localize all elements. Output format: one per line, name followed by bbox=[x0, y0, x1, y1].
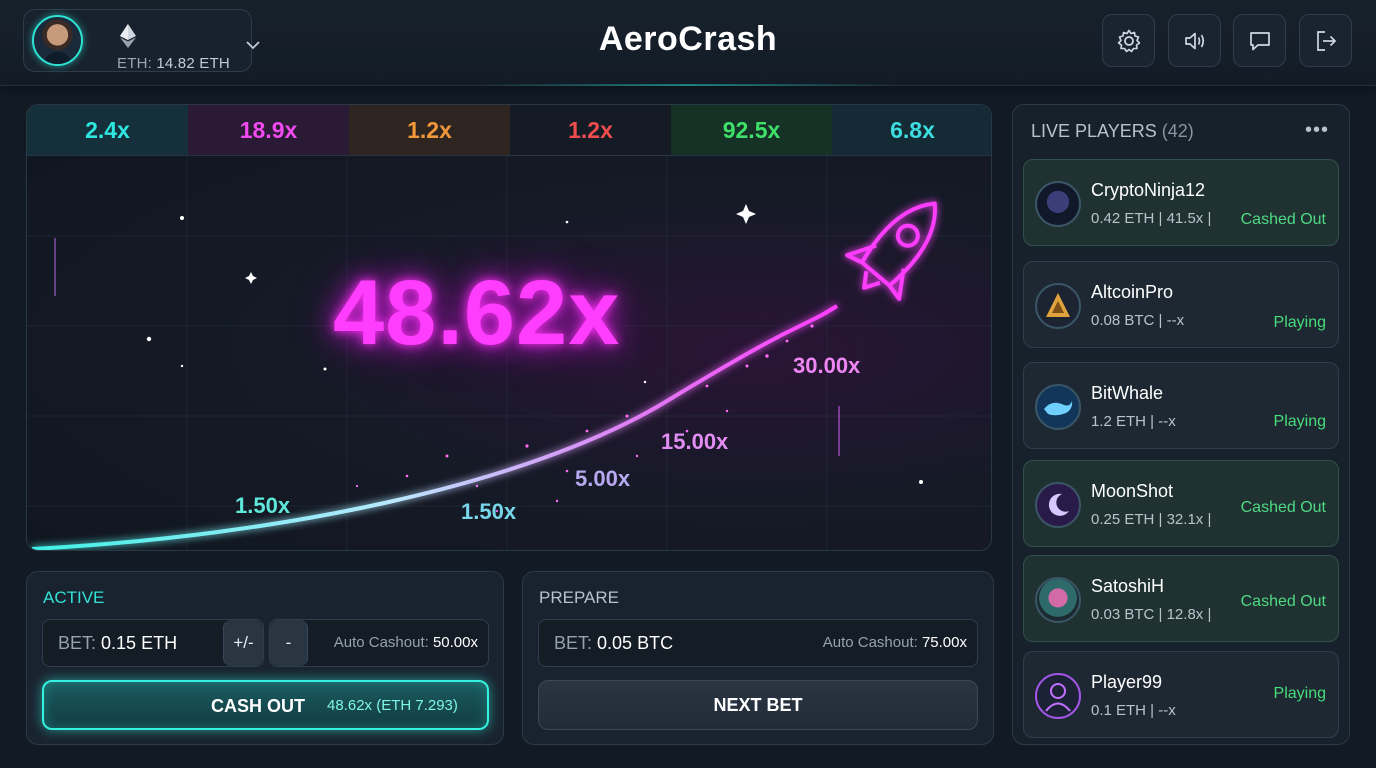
live-players-panel: LIVE PLAYERS (42) ••• CryptoNinja12 0.42… bbox=[1012, 104, 1350, 745]
current-multiplier: 48.62x bbox=[333, 262, 621, 364]
auto-cashout-label: Auto Cashout: bbox=[333, 634, 429, 651]
prepare-bet-card: PREPARE BET: 0.05 BTC Auto Cashout: 75.0… bbox=[522, 571, 994, 745]
history-value: 2.4x bbox=[85, 116, 130, 143]
player-row[interactable]: MoonShot 0.25 ETH | 32.1x | Cashed Out bbox=[1023, 460, 1339, 547]
auto-cashout-value: 50.00x bbox=[432, 634, 478, 651]
history-value: 92.5x bbox=[722, 116, 781, 143]
bet-value: 0.15 ETH bbox=[101, 633, 178, 653]
player-info: 0.03 BTC | 12.8x | bbox=[1091, 606, 1212, 623]
player-info: 0.1 ETH | --x bbox=[1091, 702, 1176, 719]
player-avatar bbox=[1035, 384, 1081, 430]
player-name: MoonShot bbox=[1091, 481, 1174, 501]
player-avatar bbox=[1035, 577, 1081, 623]
gear-icon bbox=[1117, 29, 1140, 52]
auto-cashout-field[interactable]: - Auto Cashout: 50.00x bbox=[269, 619, 489, 667]
player-row[interactable]: Player99 0.1 ETH | --x Playing bbox=[1023, 651, 1339, 738]
player-status: Playing bbox=[1273, 314, 1326, 331]
game-panel: 2.4x 18.9x 1.2x 1.2x 92.5x 6.8x 1.50x 1.… bbox=[26, 104, 992, 551]
plus-minus-button[interactable]: +/- bbox=[223, 620, 263, 666]
history-item[interactable]: 2.4x bbox=[27, 105, 188, 155]
speaker-icon bbox=[1184, 32, 1204, 49]
player-status: Cashed Out bbox=[1240, 211, 1326, 228]
bet-amount-text: BET: 0.15 ETH bbox=[58, 633, 177, 654]
players-title: LIVE PLAYERS bbox=[1031, 121, 1157, 141]
player-info: 0.08 BTC | --x bbox=[1091, 312, 1185, 329]
curve-label: 15.00x bbox=[661, 429, 729, 454]
next-bet-amount-text: BET: 0.05 BTC bbox=[554, 633, 673, 654]
player-row[interactable]: BitWhale 1.2 ETH | --x Playing bbox=[1023, 362, 1339, 449]
next-bet-label: BET: bbox=[554, 633, 593, 653]
player-name: AltcoinPro bbox=[1091, 282, 1174, 302]
player-name: BitWhale bbox=[1091, 383, 1164, 403]
settings-button[interactable] bbox=[1102, 14, 1155, 67]
player-avatar bbox=[1035, 482, 1081, 528]
whale-icon bbox=[1044, 401, 1073, 416]
minus-button[interactable]: - bbox=[270, 620, 308, 666]
player-info: 0.25 ETH | 32.1x | bbox=[1091, 511, 1212, 528]
player-avatar bbox=[1035, 181, 1081, 227]
player-status: Cashed Out bbox=[1240, 593, 1326, 610]
prepare-title: PREPARE bbox=[539, 588, 619, 607]
history-item[interactable]: 6.8x bbox=[832, 105, 991, 155]
more-options-icon[interactable]: ••• bbox=[1305, 119, 1329, 142]
player-row[interactable]: AltcoinPro 0.08 BTC | --x Playing bbox=[1023, 261, 1339, 348]
players-count: (42) bbox=[1161, 121, 1194, 141]
player-name: CryptoNinja12 bbox=[1091, 180, 1206, 200]
next-bet-value: 0.05 BTC bbox=[597, 633, 674, 653]
history-item[interactable]: 18.9x bbox=[188, 105, 349, 155]
player-row[interactable]: CryptoNinja12 0.42 ETH | 41.5x | Cashed … bbox=[1023, 159, 1339, 246]
altcoin-icon bbox=[1046, 293, 1070, 317]
auto-cashout-text: Auto Cashout: 50.00x bbox=[334, 634, 478, 651]
player-status: Cashed Out bbox=[1240, 499, 1326, 516]
curve-label: 1.50x bbox=[461, 499, 517, 524]
history-value: 1.2x bbox=[568, 116, 613, 143]
curve-label: 30.00x bbox=[793, 353, 861, 378]
player-status: Playing bbox=[1273, 685, 1326, 702]
next-auto-cashout-text: Auto Cashout: 75.00x bbox=[823, 634, 967, 651]
chat-icon bbox=[1249, 31, 1270, 50]
user-silhouette-icon bbox=[1045, 683, 1071, 712]
history-value: 18.9x bbox=[239, 116, 298, 143]
next-bet-field[interactable]: BET: 0.05 BTC Auto Cashout: 75.00x bbox=[538, 619, 978, 667]
player-info: 1.2 ETH | --x bbox=[1091, 413, 1176, 430]
active-bet-card: ACTIVE BET: 0.15 ETH +/- - Auto Cashout:… bbox=[26, 571, 504, 745]
player-status: Playing bbox=[1273, 413, 1326, 430]
curve-labels: 1.50x 1.50x 5.00x 15.00x 30.00x bbox=[235, 353, 861, 524]
next-auto-cashout-label: Auto Cashout: bbox=[822, 634, 918, 651]
round-history: 2.4x 18.9x 1.2x 1.2x 92.5x 6.8x bbox=[27, 105, 991, 156]
top-bar: ETH: 14.82 ETH AeroCrash bbox=[0, 0, 1376, 86]
logout-button[interactable] bbox=[1299, 14, 1352, 67]
cash-out-button[interactable]: CASH OUT 48.62x (ETH 7.293) bbox=[42, 680, 489, 730]
history-item[interactable]: 1.2x bbox=[349, 105, 510, 155]
chat-button[interactable] bbox=[1233, 14, 1286, 67]
cash-out-label: CASH OUT bbox=[211, 696, 305, 716]
players-header: LIVE PLAYERS (42) bbox=[1031, 121, 1194, 142]
next-bet-button[interactable]: NEXT BET bbox=[538, 680, 978, 730]
rocket-icon bbox=[845, 201, 938, 301]
player-avatar bbox=[1035, 673, 1081, 719]
logout-icon bbox=[1316, 30, 1336, 51]
history-value: 6.8x bbox=[890, 116, 935, 143]
history-item[interactable]: 92.5x bbox=[671, 105, 832, 155]
history-item[interactable]: 1.2x bbox=[510, 105, 671, 155]
history-value: 1.2x bbox=[407, 116, 452, 143]
bet-amount-field[interactable]: BET: 0.15 ETH +/- bbox=[42, 619, 264, 667]
bet-label: BET: bbox=[58, 633, 97, 653]
curve-label: 1.50x bbox=[235, 493, 291, 518]
player-name: Player99 bbox=[1091, 672, 1163, 692]
player-name: SatoshiH bbox=[1091, 576, 1165, 596]
moon-icon bbox=[1048, 493, 1069, 516]
cash-out-value: 48.62x (ETH 7.293) bbox=[327, 697, 458, 714]
next-auto-cashout-value: 75.00x bbox=[921, 634, 967, 651]
curve-label: 5.00x bbox=[575, 466, 631, 491]
player-row[interactable]: SatoshiH 0.03 BTC | 12.8x | Cashed Out bbox=[1023, 555, 1339, 642]
active-title: ACTIVE bbox=[43, 588, 105, 607]
player-info: 0.42 ETH | 41.5x | bbox=[1091, 210, 1212, 227]
player-avatar bbox=[1035, 283, 1081, 329]
sound-button[interactable] bbox=[1168, 14, 1221, 67]
